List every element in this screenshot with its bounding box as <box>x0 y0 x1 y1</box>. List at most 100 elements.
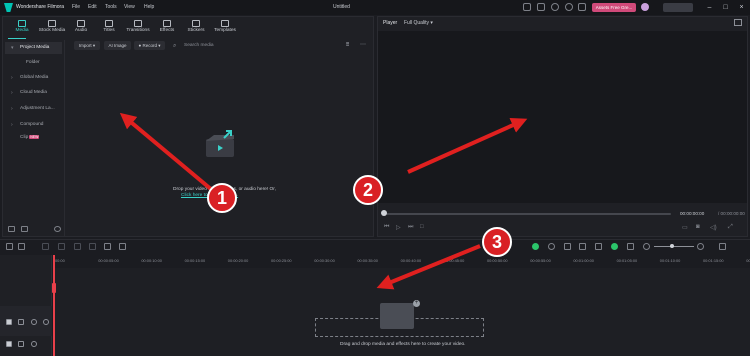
delete-icon[interactable] <box>74 243 81 250</box>
ai-image-button[interactable]: AI Image <box>104 41 131 50</box>
display-icon[interactable]: ▭ <box>682 224 688 231</box>
folder-icon[interactable] <box>21 226 28 232</box>
avatar[interactable] <box>641 3 649 11</box>
adjust-icon[interactable] <box>119 243 126 250</box>
effects-icon <box>163 20 171 27</box>
search-input[interactable]: Search media <box>184 43 214 48</box>
tab-media[interactable]: Media <box>5 19 39 37</box>
ruler-tick-label: 00:01:20:00 <box>746 258 750 263</box>
annotation-marker-2: 2 <box>353 175 383 205</box>
split-icon[interactable] <box>89 243 96 250</box>
menu-file[interactable]: File <box>72 4 80 10</box>
sidebar-item-adjustment-layer[interactable]: › Adjustment La... <box>5 103 62 115</box>
new-badge: NEW <box>29 135 40 139</box>
menu-edit[interactable]: Edit <box>88 4 97 10</box>
playhead-handle[interactable] <box>52 283 56 293</box>
fullscreen-icon[interactable]: ⤢ <box>728 224 733 231</box>
menu-tools[interactable]: Tools <box>105 4 117 10</box>
lock-icon[interactable] <box>18 319 24 325</box>
select-tool-icon[interactable] <box>18 243 25 250</box>
tab-templates[interactable]: Templates <box>208 19 242 37</box>
timecode-total: / 00:00:00:00 <box>718 211 745 216</box>
close-icon[interactable]: × <box>737 3 746 12</box>
text-icon[interactable] <box>104 243 111 250</box>
zoom-slider[interactable] <box>654 246 694 247</box>
panel-layout-icon[interactable] <box>719 243 726 250</box>
chevron-down-icon: ▾ <box>11 45 14 51</box>
ruler-tick-label: 00:00:10:00 <box>141 258 162 263</box>
ruler-tick-label: 00:00:40:00 <box>400 258 422 263</box>
render-icon[interactable] <box>548 243 555 250</box>
templates-icon <box>221 20 229 27</box>
lightbulb-icon[interactable] <box>537 3 545 11</box>
snapshot-icon[interactable] <box>734 19 742 26</box>
filmora-logo-icon <box>4 3 13 12</box>
media-sidebar: ▾ Project Media Folder › Global Media › Clo… <box>3 40 65 236</box>
download-icon[interactable] <box>578 3 586 11</box>
collapse-icon[interactable] <box>54 226 61 232</box>
import-button[interactable]: Import ▾ <box>74 41 100 50</box>
playhead[interactable] <box>53 255 55 356</box>
lock-icon[interactable] <box>18 341 24 347</box>
shield-icon[interactable] <box>564 243 571 250</box>
headset-icon[interactable] <box>565 3 573 11</box>
account-button[interactable] <box>663 3 693 12</box>
more-options-icon[interactable]: ⋯ <box>360 41 366 48</box>
stop-icon[interactable]: □ <box>420 224 424 230</box>
play-icon[interactable]: ▷ <box>396 224 401 231</box>
layout-icon[interactable] <box>6 243 13 250</box>
sidebar-item-cloud-media[interactable]: › Cloud Media <box>5 87 62 99</box>
chevron-right-icon: › <box>11 75 13 81</box>
ruler-tick-label: 00:00 <box>55 258 65 263</box>
mute-icon[interactable] <box>31 319 37 325</box>
sidebar-item-project-media[interactable]: ▾ Project Media <box>5 42 62 54</box>
quality-select[interactable]: Full Quality ▾ <box>404 20 433 26</box>
previous-frame-icon[interactable]: ⏮ <box>384 224 389 231</box>
sidebar-item-compound-clip[interactable]: › Compound Clip NEW <box>5 119 62 140</box>
auto-icon[interactable] <box>611 243 618 250</box>
record-button[interactable]: ● Record ▾ <box>134 41 165 50</box>
monitor-icon[interactable] <box>523 3 531 11</box>
ruler-tick-label: 00:00:55:00 <box>530 258 551 263</box>
ai-assistant-icon[interactable] <box>532 243 539 250</box>
camera-icon[interactable]: ◙ <box>696 224 700 230</box>
import-media-icon[interactable] <box>204 129 238 159</box>
stock-media-icon <box>48 20 56 27</box>
ruler-tick-label: 00:01:10:00 <box>659 258 681 263</box>
timeline-toolbar <box>0 239 750 256</box>
eye-icon[interactable] <box>43 319 49 325</box>
ruler-tick-label: 00:00:50:00 <box>487 258 508 263</box>
new-folder-icon[interactable] <box>8 226 15 232</box>
microphone-icon[interactable] <box>579 243 586 250</box>
zoom-out-icon[interactable] <box>643 243 650 250</box>
volume-icon[interactable]: ◁) <box>710 224 717 231</box>
preview-canvas <box>378 31 747 203</box>
next-frame-icon[interactable]: ⏭ <box>408 224 413 231</box>
playback-scrubber[interactable] <box>384 213 671 215</box>
marker-icon[interactable] <box>595 243 602 250</box>
upgrade-button[interactable]: Assets Free Gre... <box>592 3 636 12</box>
image-placeholder-icon <box>380 303 414 329</box>
video-track-icon <box>6 319 12 325</box>
scrubber-handle[interactable] <box>381 210 387 216</box>
ruler-tick-label: 00:01:15:00 <box>703 258 724 263</box>
redo-icon[interactable] <box>58 243 65 250</box>
menu-help[interactable]: Help <box>144 4 154 10</box>
menu-view[interactable]: View <box>124 4 135 10</box>
filter-icon[interactable]: ⩩ <box>346 42 349 49</box>
minimize-icon[interactable]: – <box>705 3 714 12</box>
timeline-drop-text: Drag and drop media and effects here to … <box>340 342 466 347</box>
zoom-slider-handle[interactable] <box>670 244 674 248</box>
speaker-icon[interactable] <box>31 341 37 347</box>
grid-icon[interactable] <box>627 243 634 250</box>
media-panel: Media Stock Media Audio Titles Transitio… <box>2 16 374 237</box>
zoom-in-icon[interactable] <box>697 243 704 250</box>
sidebar-item-global-media[interactable]: › Global Media <box>5 72 62 84</box>
sidebar-item-folder[interactable]: Folder <box>5 57 62 69</box>
undo-icon[interactable] <box>42 243 49 250</box>
maximize-icon[interactable]: □ <box>721 3 730 12</box>
cloud-icon[interactable] <box>551 3 559 11</box>
ruler-tick-label: 00:00:20:00 <box>227 258 249 263</box>
media-icon <box>18 20 26 27</box>
stickers-icon <box>192 20 200 27</box>
